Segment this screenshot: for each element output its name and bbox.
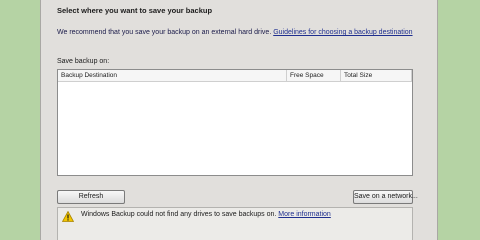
recommendation-sentence: We recommend that you save your backup o… <box>57 29 272 36</box>
warning-panel: Windows Backup could not find any drives… <box>57 207 413 240</box>
guidelines-link[interactable]: Guidelines for choosing a backup destina… <box>273 29 412 36</box>
recommendation-text: We recommend that you save your backup o… <box>57 28 415 37</box>
save-backup-on-label: Save backup on: <box>57 58 110 65</box>
warning-icon <box>62 211 74 222</box>
table-header: Backup Destination Free Space Total Size <box>58 70 412 82</box>
backup-destination-table[interactable]: Backup Destination Free Space Total Size <box>57 69 413 176</box>
refresh-button[interactable]: Refresh <box>57 190 125 204</box>
warning-message: Windows Backup could not find any drives… <box>81 211 331 218</box>
more-information-link[interactable]: More information <box>278 211 331 218</box>
column-header-total-size[interactable]: Total Size <box>341 70 412 81</box>
column-header-backup-destination[interactable]: Backup Destination <box>58 70 287 81</box>
save-on-network-button[interactable]: Save on a network... <box>353 190 418 204</box>
backup-destination-dialog: Select where you want to save your backu… <box>40 0 438 240</box>
column-header-free-space[interactable]: Free Space <box>287 70 341 81</box>
dialog-heading: Select where you want to save your backu… <box>57 6 213 15</box>
warning-text: Windows Backup could not find any drives… <box>81 211 277 218</box>
